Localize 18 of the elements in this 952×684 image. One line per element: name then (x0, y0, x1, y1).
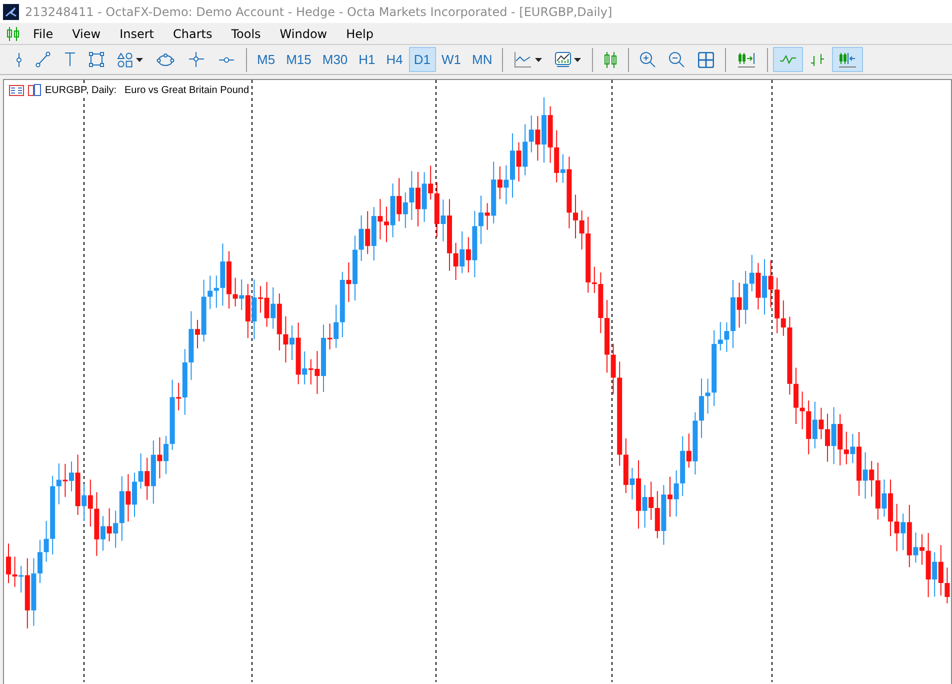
menu-item[interactable]: Tools (224, 26, 273, 40)
timeframe-button[interactable]: H4 (381, 47, 408, 72)
menu-item[interactable]: Charts (166, 26, 224, 40)
timeframe-button[interactable]: M30 (317, 47, 353, 72)
window-title: 213248411 - OctaFX-Demo: Demo Account - Hedge - Octa Markets Incorporated - [EURGBP,Daily] (25, 4, 612, 18)
menu-item[interactable]: Window (272, 26, 340, 40)
timeframe-button[interactable]: M15 (281, 47, 316, 72)
chart-symbol: EURGBP, Daily: (45, 84, 117, 96)
timeframe-button[interactable]: M5 (252, 47, 280, 72)
timeframe-button[interactable]: H1 (354, 47, 380, 72)
timeframe-button[interactable]: D1 (408, 47, 436, 72)
menu-item[interactable]: Insert (112, 26, 166, 40)
timeframe-button[interactable]: W1 (436, 47, 466, 72)
timeframe-button[interactable]: MN (467, 47, 498, 72)
chart-description: Euro vs Great Britain Pound (124, 84, 250, 96)
menu-item[interactable]: View (65, 26, 113, 40)
menu-item[interactable]: Help (339, 26, 386, 40)
menu-item[interactable]: File (26, 26, 66, 40)
